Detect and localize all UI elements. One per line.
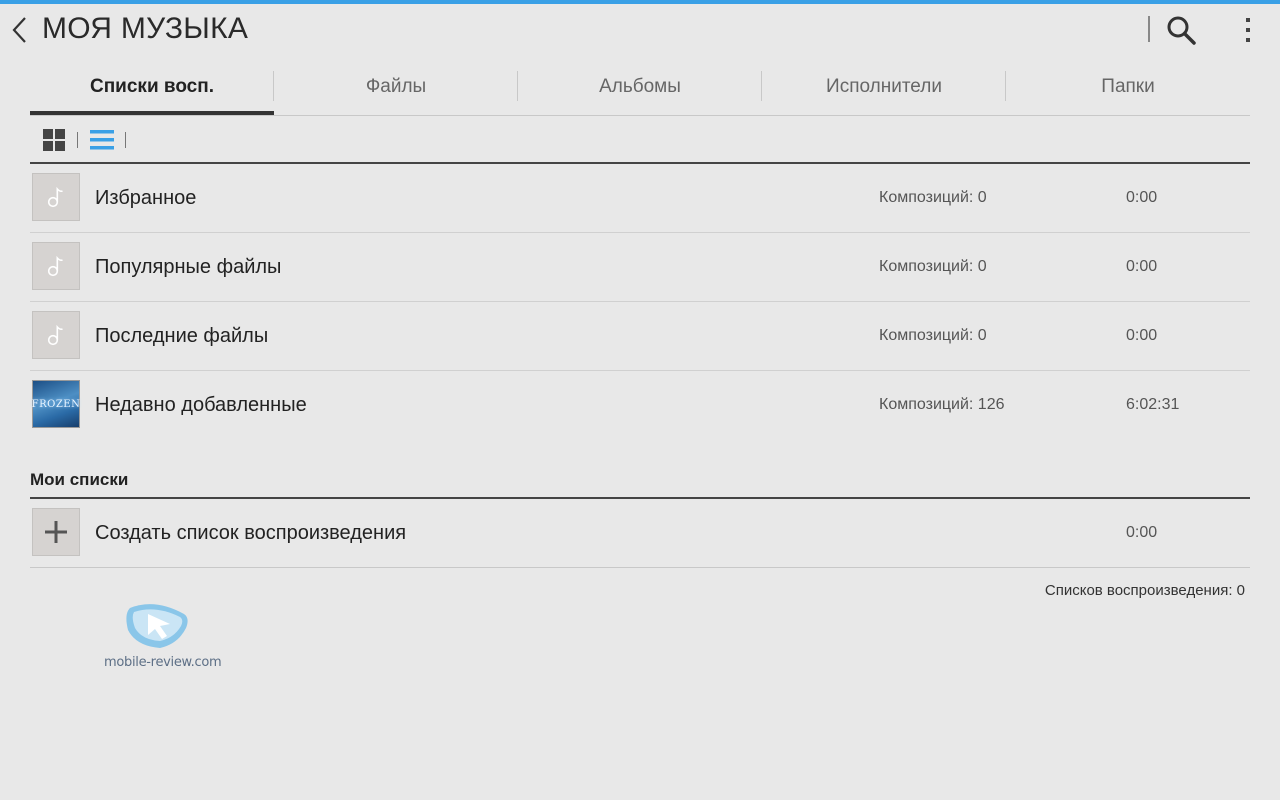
playlist-row-recently-added[interactable]: FROZEN Недавно добавленные Композиций: 1… — [30, 371, 1250, 439]
playlist-duration: 0:00 — [1126, 327, 1158, 344]
tab-files[interactable]: Файлы — [274, 68, 518, 116]
create-playlist-label: Создать список воспроизведения — [95, 522, 407, 544]
back-button[interactable] — [8, 14, 32, 46]
playlist-duration: 6:02:31 — [1126, 396, 1180, 413]
track-count: Композиций: 0 — [879, 258, 987, 275]
my-lists-heading: Мои списки — [30, 470, 129, 489]
toggle-separator — [125, 132, 126, 148]
playlist-list: Избранное Композиций: 0 0:00 Популярные … — [30, 164, 1250, 439]
album-cover-text: FROZEN — [31, 398, 81, 410]
grid-view-button[interactable] — [42, 128, 66, 152]
tab-artists[interactable]: Исполнители — [762, 68, 1006, 116]
playlist-name: Последние файлы — [95, 325, 269, 347]
tab-label: Папки — [1101, 76, 1155, 97]
list-view-icon — [90, 130, 114, 150]
tab-label: Исполнители — [826, 76, 942, 97]
playlist-duration: 0:00 — [1126, 258, 1158, 275]
tab-folders[interactable]: Папки — [1006, 68, 1250, 116]
app-header: МОЯ МУЗЫКА — [0, 4, 1280, 54]
header-divider — [1148, 16, 1150, 42]
playlist-name: Недавно добавленные — [95, 394, 307, 416]
chevron-left-icon — [12, 17, 26, 43]
playlist-thumbnail — [32, 173, 80, 221]
tabs-divider — [30, 115, 1250, 116]
playlist-name: Популярные файлы — [95, 256, 282, 278]
album-cover-thumbnail: FROZEN — [32, 380, 80, 428]
watermark-text: mobile-review.com — [104, 655, 222, 670]
search-icon — [1167, 16, 1196, 45]
playlist-row-recent[interactable]: Последние файлы Композиций: 0 0:00 — [30, 302, 1250, 371]
create-playlist-duration: 0:00 — [1126, 524, 1158, 541]
music-note-icon — [47, 186, 63, 208]
track-count: Композиций: 0 — [879, 327, 987, 344]
playlist-row-favorites[interactable]: Избранное Композиций: 0 0:00 — [30, 164, 1250, 233]
tab-bar: Списки восп. Файлы Альбомы Исполнители П… — [30, 68, 1250, 116]
list-view-button[interactable] — [90, 128, 114, 152]
playlist-row-popular[interactable]: Популярные файлы Композиций: 0 0:00 — [30, 233, 1250, 302]
create-playlist-thumbnail — [32, 508, 80, 556]
plus-icon — [45, 521, 67, 543]
playlist-duration: 0:00 — [1126, 189, 1158, 206]
more-options-button[interactable] — [1236, 14, 1260, 46]
track-count: Композиций: 126 — [879, 396, 1005, 413]
tab-albums[interactable]: Альбомы — [518, 68, 762, 116]
create-playlist-row[interactable]: Создать список воспроизведения 0:00 — [30, 499, 1250, 568]
search-button[interactable] — [1165, 14, 1197, 46]
track-count: Композиций: 0 — [879, 189, 987, 206]
page-title: МОЯ МУЗЫКА — [42, 12, 249, 45]
tab-label: Альбомы — [599, 76, 681, 97]
grid-view-icon — [43, 129, 65, 151]
playlist-name: Избранное — [95, 187, 197, 209]
tab-playlists[interactable]: Списки восп. — [30, 68, 274, 116]
music-note-icon — [47, 255, 63, 277]
tab-label: Списки восп. — [89, 76, 215, 97]
music-note-icon — [47, 324, 63, 346]
toggle-separator — [77, 132, 78, 148]
more-vert-icon — [1246, 18, 1250, 42]
playlist-thumbnail — [32, 242, 80, 290]
playlist-thumbnail — [32, 311, 80, 359]
playlists-count: Списков воспроизведения: 0 — [1044, 582, 1245, 599]
tab-label: Файлы — [365, 76, 427, 97]
